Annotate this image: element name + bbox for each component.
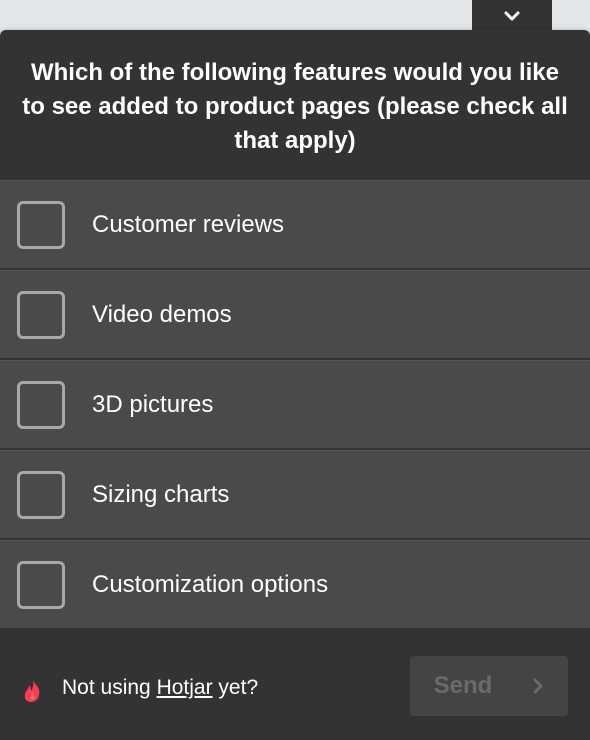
promo-suffix: yet? [212,676,259,699]
chevron-right-icon [532,677,544,695]
checkbox[interactable] [17,200,65,249]
option-label: Sizing charts [92,480,230,508]
survey-widget: Which of the following features would yo… [0,30,590,740]
option-3d-pictures[interactable]: 3D pictures [0,360,590,448]
option-label: Video demos [92,300,232,328]
checkbox[interactable] [17,380,65,429]
promo-prefix: Not using [62,676,157,699]
checkbox[interactable] [17,560,65,609]
option-label: Customer reviews [92,210,285,238]
collapse-widget-button[interactable] [472,0,552,32]
hotjar-link[interactable]: Hotjar [157,676,213,699]
option-video-demos[interactable]: Video demos [0,270,590,358]
option-customer-reviews[interactable]: Customer reviews [0,180,590,268]
checkbox[interactable] [17,470,65,519]
checkbox[interactable] [17,290,65,339]
option-label: 3D pictures [92,390,214,418]
hotjar-flame-icon [24,680,40,702]
option-label: Customization options [92,570,329,598]
question-text: Which of the following features would yo… [22,59,568,154]
send-label: Send [433,672,493,699]
survey-footer: Not using Hotjar yet? Send [0,632,590,740]
option-sizing-charts[interactable]: Sizing charts [0,450,590,538]
options-list: Customer reviews Video demos 3D pictures… [0,180,590,630]
send-button[interactable]: Send [410,656,568,716]
hotjar-promo-text: Not using Hotjar yet? [62,676,258,700]
chevron-down-icon [504,11,520,21]
option-customization-options[interactable]: Customization options [0,540,590,628]
